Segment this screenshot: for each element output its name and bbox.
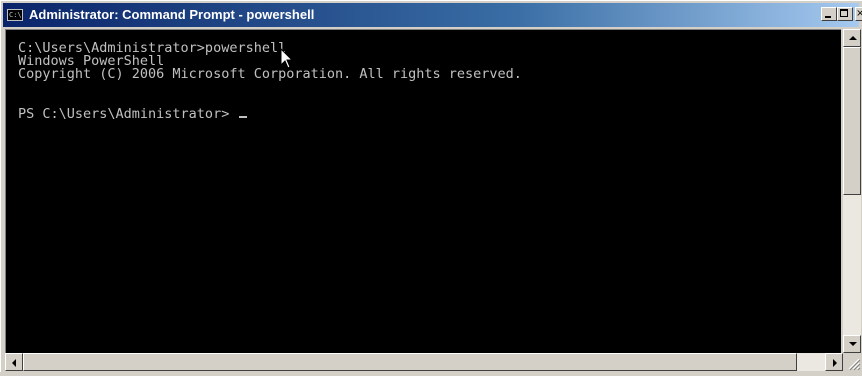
arrow-down-icon [849,342,857,346]
title-bar[interactable]: C:\ Administrator: Command Prompt - powe… [3,3,862,27]
scroll-left-button[interactable] [5,353,23,371]
resize-grip-icon [848,358,861,371]
arrow-right-icon [833,359,837,367]
console-line-3: Copyright (C) 2006 Microsoft Corporation… [18,66,522,82]
horizontal-scroll-thumb[interactable] [23,353,797,371]
maximize-button[interactable] [837,7,853,21]
minimize-icon [825,16,831,18]
console-icon[interactable]: C:\ [7,9,23,21]
console-output[interactable]: C:\Users\Administrator>powershell Window… [5,29,841,353]
scroll-right-button[interactable] [825,353,843,371]
resize-grip[interactable] [843,353,861,371]
vertical-scroll-thumb[interactable] [843,47,861,195]
prompt-line: PS C:\Users\Administrator> [18,106,248,122]
scroll-down-button[interactable] [843,335,861,353]
close-button[interactable]: × [855,7,862,21]
vertical-scrollbar[interactable] [843,29,861,353]
close-icon: × [856,8,862,19]
arrow-left-icon [12,359,16,367]
mouse-pointer-icon [280,48,294,69]
window-title: Administrator: Command Prompt - powershe… [29,7,315,22]
command-prompt-window: C:\ Administrator: Command Prompt - powe… [0,0,862,372]
arrow-up-icon [849,36,857,40]
text-cursor [239,116,248,118]
minimize-button[interactable] [821,7,837,21]
maximize-icon [840,9,848,17]
horizontal-scrollbar[interactable] [5,353,843,371]
scroll-up-button[interactable] [843,29,861,47]
prompt-text: PS C:\Users\Administrator> [18,106,230,122]
